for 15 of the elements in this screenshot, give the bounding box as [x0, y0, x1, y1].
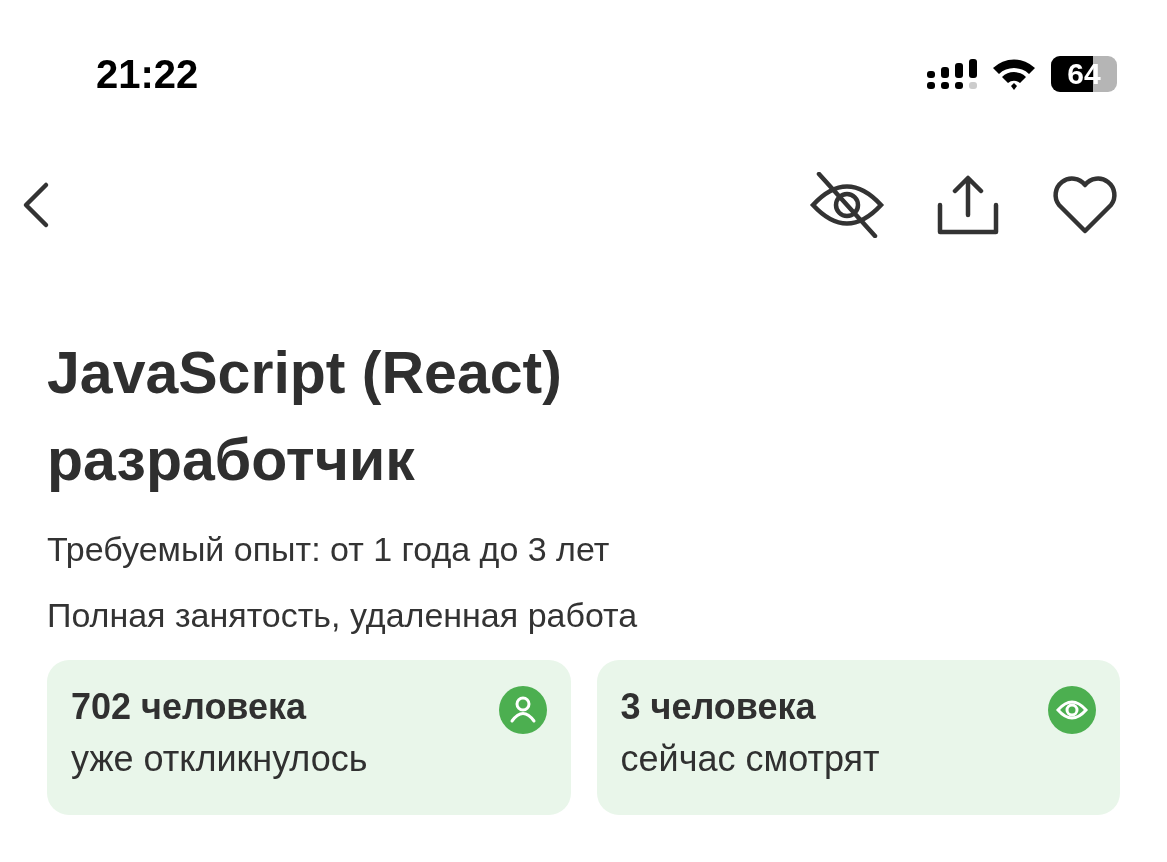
heart-icon[interactable] — [1051, 175, 1119, 235]
wifi-icon — [991, 57, 1037, 91]
vacancy-title: JavaScript (React) разработчик — [47, 339, 563, 495]
stat-caption: уже откликнулось — [71, 738, 368, 780]
stat-caption: сейчас смотрят — [620, 738, 880, 780]
eye-icon — [1048, 686, 1096, 734]
hide-icon[interactable] — [809, 172, 885, 238]
vacancy-detail: Требуемый опыт: от 1 года до 3 лет — [47, 529, 611, 570]
stat-value: 3 человека — [620, 686, 817, 728]
stat-value: 702 человека — [71, 686, 308, 728]
vacancy-detail: Полная занятость, удаленная работа — [47, 595, 639, 636]
signal-icon — [927, 59, 977, 89]
person-icon — [498, 686, 547, 734]
status-time: 21:22 — [96, 51, 199, 97]
share-icon[interactable] — [937, 175, 999, 235]
